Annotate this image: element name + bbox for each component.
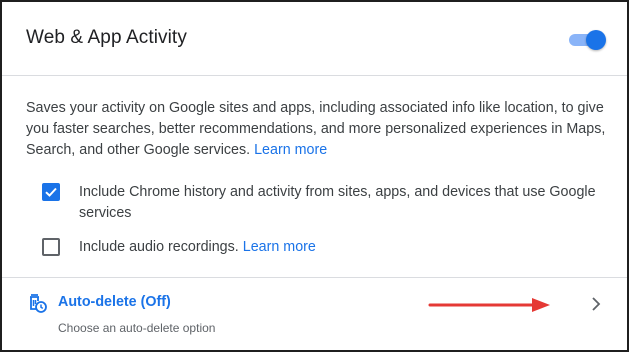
chevron-right-icon	[592, 297, 601, 311]
audio-learn-more-link[interactable]: Learn more	[243, 239, 316, 255]
trash-clock-icon	[30, 294, 47, 313]
audio-recordings-checkbox[interactable]	[42, 238, 60, 256]
audio-recordings-label: Include audio recordings. Learn more	[79, 237, 599, 258]
red-arrow-icon	[428, 298, 550, 312]
web-app-activity-card: Web & App Activity Saves your activity o…	[0, 0, 629, 352]
check-icon	[45, 187, 57, 197]
learn-more-link[interactable]: Learn more	[254, 142, 327, 158]
card-title: Web & App Activity	[26, 27, 187, 48]
auto-delete-subtitle: Choose an auto-delete option	[58, 321, 216, 335]
chrome-history-label: Include Chrome history and activity from…	[79, 184, 596, 221]
chrome-history-checkbox[interactable]	[42, 183, 60, 201]
toggle-thumb	[586, 30, 606, 50]
activity-description: Saves your activity on Google sites and …	[26, 98, 606, 161]
auto-delete-row[interactable]: Auto-delete (Off) Choose an auto-delete …	[2, 278, 627, 350]
audio-recordings-text: Include audio recordings.	[79, 239, 239, 255]
activity-toggle[interactable]	[568, 29, 608, 51]
auto-delete-title: Auto-delete (Off)	[58, 294, 171, 310]
card-header: Web & App Activity	[2, 2, 627, 76]
